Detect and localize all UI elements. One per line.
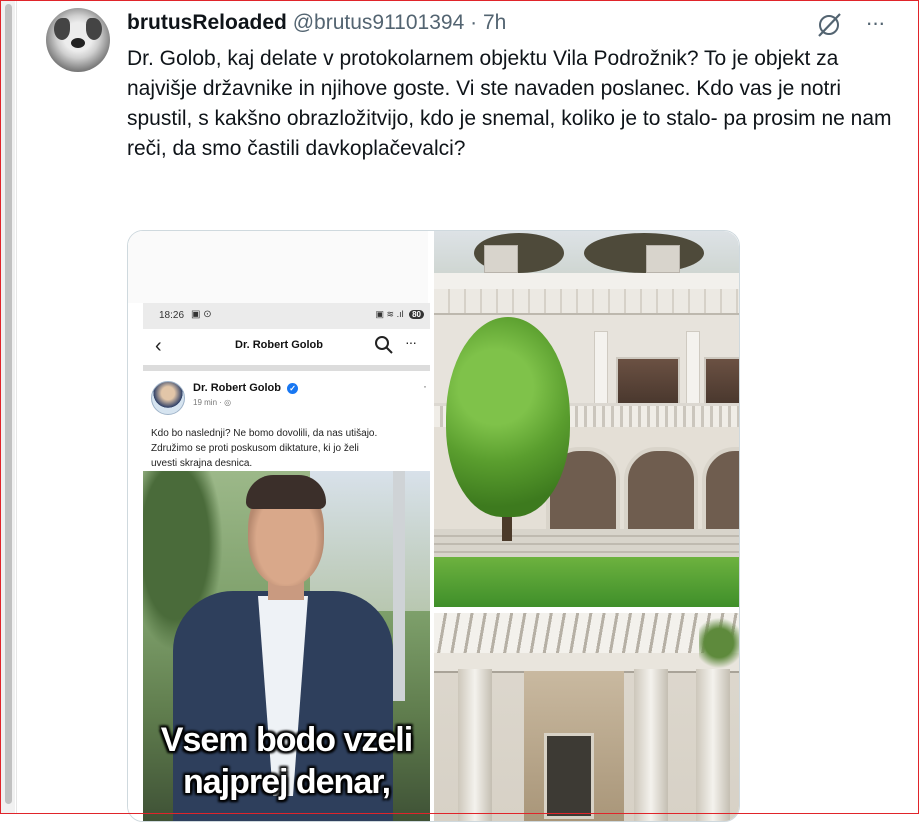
media-screenshot-facebook[interactable]: 18:26 ▣ ⊙ ▣ ≋ .ıl 80 ‹ Dr. Robert Golob … xyxy=(128,231,430,821)
battery-icon: 80 xyxy=(409,310,424,319)
media-photo-villa-facade[interactable] xyxy=(434,231,739,607)
grok-slash-icon[interactable] xyxy=(815,11,843,39)
pergola-window xyxy=(544,733,594,819)
scrollbar-thumb[interactable] xyxy=(5,4,12,804)
fb-post-body: Kdo bo naslednji? Ne bomo dovolili, da n… xyxy=(151,428,378,469)
villa-tree xyxy=(446,317,570,517)
back-arrow-icon: ‹ xyxy=(155,335,162,357)
fb-video-frame: Vsem bodo vzeli najprej denar, xyxy=(143,471,430,821)
status-icons: ▣ ⊙ xyxy=(191,309,212,320)
fb-post-avatar xyxy=(151,381,185,415)
video-caption-line-2: najprej denar, xyxy=(182,763,391,801)
scrollbar-track[interactable] xyxy=(1,1,15,813)
villa-frieze xyxy=(434,289,739,315)
video-background-pillar xyxy=(393,471,405,701)
villa-arch xyxy=(624,447,698,535)
villa-column xyxy=(686,331,700,409)
villa-window xyxy=(616,357,680,405)
author-handle[interactable]: @brutus91101394 xyxy=(293,11,465,34)
pergola-pillar xyxy=(696,669,730,821)
avatar-nose xyxy=(71,38,85,48)
phone-status-bar: 18:26 ▣ ⊙ ▣ ≋ .ıl 80 xyxy=(143,303,430,329)
avatar-ear-left xyxy=(54,18,70,40)
more-dots-icon[interactable]: ··· xyxy=(860,11,890,39)
pergola-pillar xyxy=(634,669,668,821)
fb-post-options-icon: · xyxy=(423,379,427,393)
tweet-time[interactable]: 7h xyxy=(483,11,506,34)
search-icon xyxy=(375,336,393,354)
villa-arch xyxy=(702,447,739,535)
villa-column xyxy=(594,331,608,409)
fb-post-meta: 19 min · ◎ xyxy=(193,398,232,407)
video-caption-line-1: Vsem bodo vzeli xyxy=(160,721,413,759)
villa-window xyxy=(704,357,739,405)
pergola-greenery xyxy=(699,613,739,673)
villa-treeline-2 xyxy=(584,233,704,273)
villa-chimney-1 xyxy=(484,245,518,273)
column-divider xyxy=(16,1,17,813)
fb-post-author: Dr. Robert Golob ✓ xyxy=(193,382,299,394)
tweet-media-grid[interactable]: 18:26 ▣ ⊙ ▣ ≋ .ıl 80 ‹ Dr. Robert Golob … xyxy=(127,230,740,822)
tweet-text: Dr. Golob, kaj delate v protokolarnem ob… xyxy=(127,47,892,160)
video-person-hair xyxy=(246,475,326,509)
author-name[interactable]: brutusReloaded xyxy=(127,11,287,34)
fb-post-author-name: Dr. Robert Golob xyxy=(193,382,281,394)
fb-page-header: ‹ Dr. Robert Golob ··· xyxy=(143,329,430,366)
media-photo-villa-pergola[interactable] xyxy=(434,613,739,821)
tweet-header: brutusReloaded @brutus91101394 · 7h xyxy=(127,11,506,35)
villa-chimney-2 xyxy=(646,245,680,273)
verified-badge-icon: ✓ xyxy=(287,382,299,394)
status-right: ▣ ≋ .ıl 80 xyxy=(376,309,424,320)
fb-more-icon: ··· xyxy=(405,334,417,350)
header-separator: · xyxy=(470,11,478,34)
video-background-sky xyxy=(310,471,430,611)
villa-steps xyxy=(434,529,739,557)
signal-icons: ▣ ≋ .ıl xyxy=(375,309,404,319)
media-blank-top xyxy=(128,231,428,303)
avatar-ear-right xyxy=(86,18,102,40)
villa-lawn xyxy=(434,557,739,607)
author-avatar[interactable] xyxy=(46,8,110,72)
status-time: 18:26 xyxy=(159,310,185,321)
fb-post: Dr. Robert Golob ✓ 19 min · ◎ · Kdo bo n… xyxy=(143,371,430,471)
fb-page-title: Dr. Robert Golob xyxy=(235,339,323,351)
pergola-pillar xyxy=(458,669,492,821)
